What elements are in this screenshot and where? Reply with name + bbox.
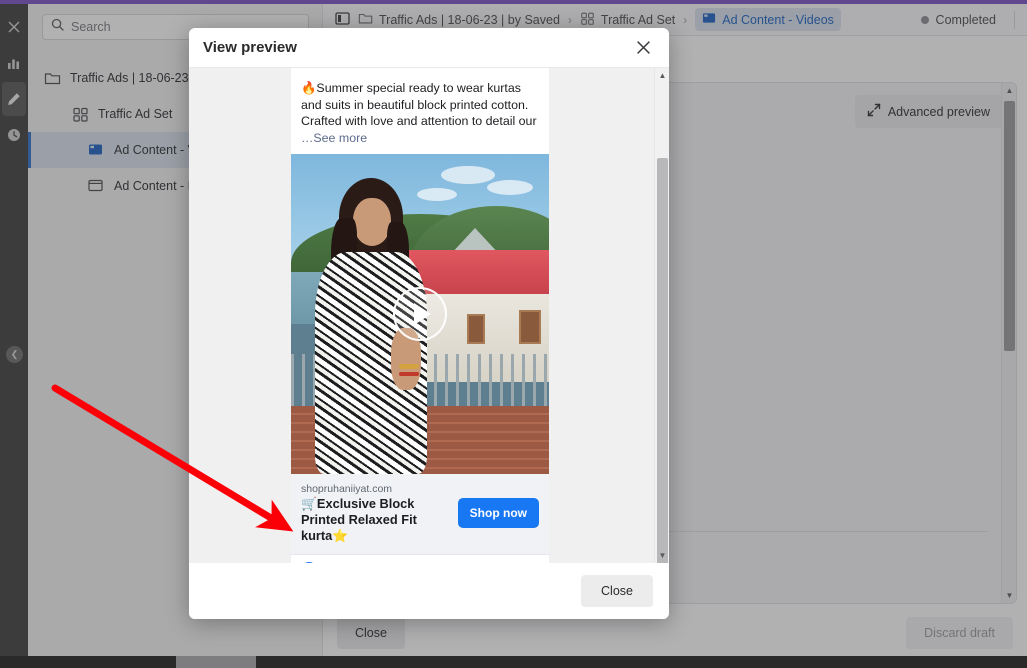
modal-scrollbar[interactable]: ▲ ▼ [654,68,669,563]
house-window [467,314,485,344]
close-icon[interactable] [631,36,655,60]
house-roof [409,250,549,294]
view-preview-modal: View preview 🔥Summer special ready to we… [189,28,669,619]
ad-body-text: 🔥Summer special ready to wear kurtas and… [291,68,549,154]
modal-body: 🔥Summer special ready to wear kurtas and… [189,68,669,563]
cloud [487,180,533,195]
bangle [399,372,419,376]
ad-meta-text: shopruhaniiyat.com 🛒Exclusive Block Prin… [301,482,450,544]
ad-preview-card: 🔥Summer special ready to wear kurtas and… [291,68,549,563]
modal-title: View preview [203,39,297,56]
scrollbar-thumb[interactable] [657,158,668,563]
play-triangle [413,303,431,325]
see-more-link[interactable]: …See more [301,131,367,145]
play-icon[interactable] [393,287,447,341]
scroll-up-icon[interactable]: ▲ [655,68,669,83]
app-root: ❮ Traffic Ads | 18-06-23 | by [0,0,1027,668]
cloud [441,166,495,184]
ad-reactions: 👍 50 [291,554,549,563]
shop-now-button[interactable]: Shop now [457,498,539,528]
house-window [519,310,541,344]
like-thumb-icon: 👍 [301,562,317,563]
ad-headline: 🛒Exclusive Block Printed Relaxed Fit kur… [301,496,417,543]
modal-footer: Close [189,563,669,619]
bangle [399,364,419,369]
modal-header: View preview [189,28,669,68]
ad-body-copy: 🔥Summer special ready to wear kurtas and… [301,81,537,128]
scroll-down-icon[interactable]: ▼ [655,548,669,563]
ad-domain: shopruhaniiyat.com [301,483,393,495]
modal-close-button[interactable]: Close [581,575,653,607]
face [353,198,391,246]
ad-meta: shopruhaniiyat.com 🛒Exclusive Block Prin… [291,474,549,554]
ad-video-media[interactable] [291,154,549,474]
